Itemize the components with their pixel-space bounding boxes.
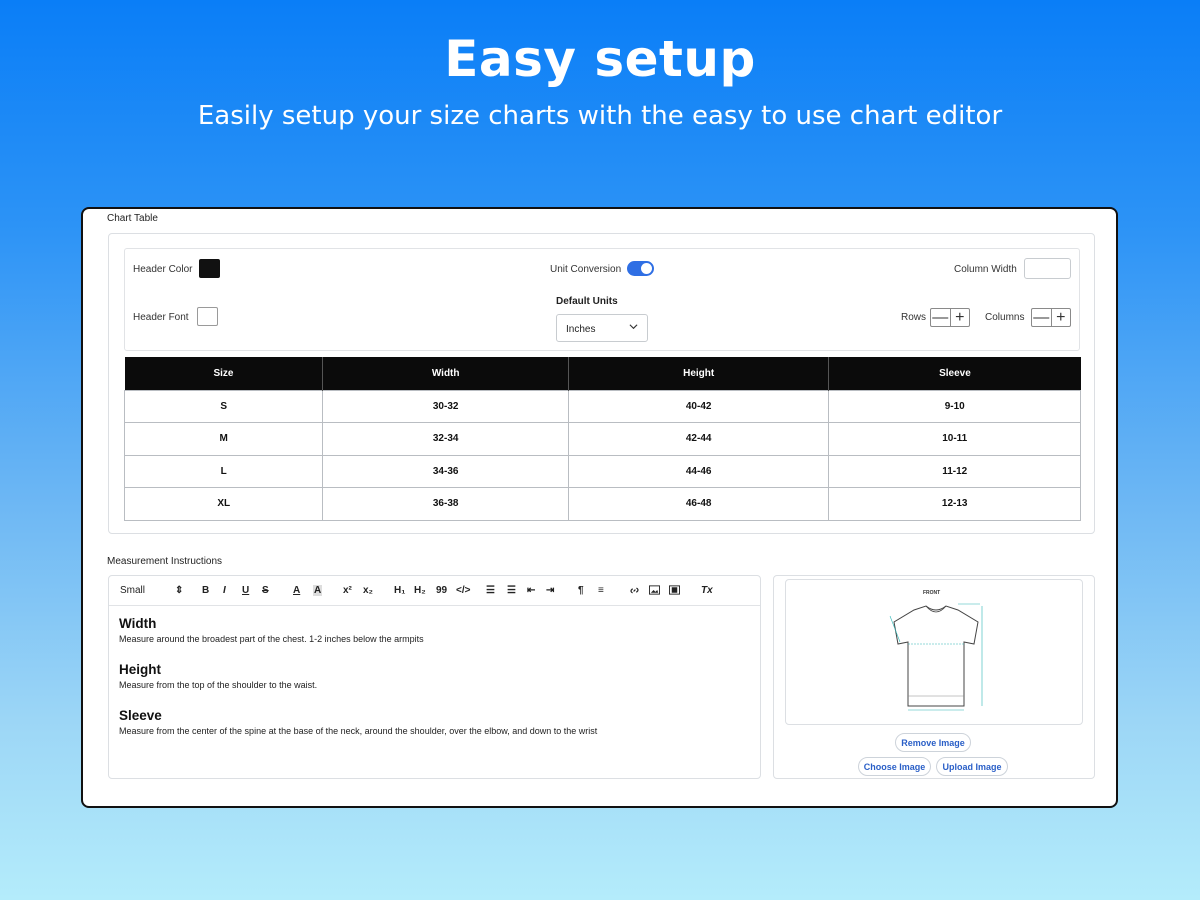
table-row: S 30-32 40-42 9-10	[123, 389, 1081, 423]
italic-button[interactable]: I	[223, 585, 226, 596]
heading2-button[interactable]: H₂	[414, 585, 426, 596]
columns-minus-button[interactable]: —	[1032, 309, 1052, 326]
choose-image-button[interactable]: Choose Image	[858, 757, 931, 776]
underline-button[interactable]: U	[242, 585, 249, 596]
rows-plus-button[interactable]: +	[951, 309, 970, 326]
unit-conversion-label: Unit Conversion	[550, 264, 622, 275]
default-units-label: Default Units	[556, 296, 618, 307]
table-cell[interactable]: 12-13	[828, 487, 1081, 521]
table-cell[interactable]: 9-10	[828, 389, 1081, 423]
table-header-row: Size Width Height Sleeve	[124, 357, 1081, 390]
instruction-heading-sleeve: Sleeve	[119, 708, 162, 723]
bullet-list-icon[interactable]: ☰	[507, 585, 516, 596]
table-cell[interactable]: S	[123, 389, 324, 423]
rows-label: Rows	[901, 312, 927, 323]
table-cell[interactable]: 36-38	[322, 487, 569, 521]
table-header-cell[interactable]: Width	[322, 357, 569, 390]
image-panel: FRONT Remove Image Choose Image Upload I…	[773, 575, 1095, 779]
measurement-instructions-label: Measurement Instructions	[107, 556, 223, 567]
clear-format-button[interactable]: Tx	[701, 585, 713, 596]
table-cell[interactable]: M	[123, 422, 324, 456]
heading1-button[interactable]: H₁	[394, 585, 405, 596]
strike-button[interactable]: S	[262, 585, 269, 596]
chart-editor-card: Chart Table Header Color Header Font Uni…	[81, 207, 1118, 808]
upload-image-button[interactable]: Upload Image	[936, 757, 1008, 776]
header-color-label: Header Color	[133, 264, 193, 275]
tshirt-diagram-icon	[889, 603, 983, 711]
align-icon[interactable]: ≡	[598, 585, 604, 596]
instruction-text-width: Measure around the broadest part of the …	[119, 634, 424, 644]
table-cell[interactable]: 10-11	[828, 422, 1081, 456]
columns-stepper[interactable]: — +	[1031, 308, 1071, 327]
column-width-label: Column Width	[954, 264, 1017, 275]
indent-icon[interactable]: ⇥	[546, 585, 554, 596]
subscript-button[interactable]: x₂	[363, 585, 373, 596]
columns-plus-button[interactable]: +	[1052, 309, 1071, 326]
chart-table-label: Chart Table	[107, 213, 158, 224]
outdent-icon[interactable]: ⇤	[527, 585, 535, 596]
instruction-heading-height: Height	[119, 662, 161, 677]
instruction-heading-width: Width	[119, 616, 157, 631]
code-button[interactable]: </>	[456, 585, 470, 596]
font-size-arrows-icon: ⇕	[175, 585, 184, 596]
table-header-cell[interactable]: Height	[568, 357, 830, 390]
column-width-input[interactable]	[1024, 258, 1071, 279]
hero-title: Easy setup	[444, 30, 756, 88]
table-row: M 32-34 42-44 10-11	[123, 422, 1081, 456]
table-cell[interactable]: 11-12	[828, 454, 1081, 488]
diagram-label: FRONT	[923, 590, 941, 596]
chevron-down-icon	[629, 322, 638, 334]
hero-subtitle: Easily setup your size charts with the e…	[197, 101, 1003, 131]
table-row: L 34-36 44-46 11-12	[123, 454, 1081, 488]
table-cell[interactable]: XL	[123, 487, 324, 521]
bold-button[interactable]: B	[202, 585, 209, 596]
instruction-text-height: Measure from the top of the shoulder to …	[119, 680, 318, 690]
columns-label: Columns	[985, 312, 1025, 323]
default-units-value: Inches	[566, 324, 596, 335]
table-cell[interactable]: 30-32	[322, 389, 569, 423]
editor-toolbar: Small ⇕ B I U S A A x² x₂ H₁ H₂ 99 </> ☰…	[109, 576, 760, 606]
table-cell[interactable]: 32-34	[322, 422, 569, 456]
text-color-button[interactable]: A	[293, 585, 300, 596]
header-font-swatch[interactable]	[197, 307, 218, 326]
ordered-list-icon[interactable]: ☰	[486, 585, 495, 596]
table-cell[interactable]: 34-36	[322, 454, 569, 488]
header-color-swatch[interactable]	[199, 259, 220, 278]
table-cell[interactable]: L	[123, 454, 324, 488]
table-cell[interactable]: 40-42	[567, 389, 830, 423]
font-size-select[interactable]: Small	[120, 585, 145, 596]
table-cell[interactable]: 46-48	[567, 487, 830, 521]
highlight-button[interactable]: A	[313, 585, 323, 596]
image-icon[interactable]	[649, 585, 660, 598]
chart-settings: Header Color Header Font Unit Conversion…	[124, 248, 1080, 351]
header-font-label: Header Font	[133, 312, 189, 323]
link-icon[interactable]	[629, 585, 640, 599]
table-header-cell[interactable]: Size	[124, 357, 324, 390]
rows-minus-button[interactable]: —	[931, 309, 951, 326]
size-chart-table: Size Width Height Sleeve S 30-32 40-42 9…	[123, 357, 1081, 521]
blockquote-button[interactable]: 99	[436, 585, 447, 596]
table-cell[interactable]: 42-44	[567, 422, 830, 456]
unit-conversion-toggle[interactable]	[627, 261, 654, 276]
editor-content[interactable]: Width Measure around the broadest part o…	[119, 616, 750, 754]
remove-image-button[interactable]: Remove Image	[895, 733, 971, 752]
chart-table-panel: Header Color Header Font Unit Conversion…	[108, 233, 1095, 534]
superscript-button[interactable]: x²	[343, 585, 352, 596]
table-row: XL 36-38 46-48 12-13	[123, 487, 1081, 521]
text-direction-icon[interactable]: ¶	[578, 585, 584, 596]
instruction-text-sleeve: Measure from the center of the spine at …	[119, 726, 598, 736]
table-cell[interactable]: 44-46	[567, 454, 830, 488]
rich-text-editor: Small ⇕ B I U S A A x² x₂ H₁ H₂ 99 </> ☰…	[108, 575, 761, 779]
rows-stepper[interactable]: — +	[930, 308, 970, 327]
video-icon[interactable]	[669, 585, 680, 598]
default-units-select[interactable]: Inches	[556, 314, 648, 342]
table-header-cell[interactable]: Sleeve	[828, 357, 1081, 390]
image-preview: FRONT	[785, 579, 1083, 725]
